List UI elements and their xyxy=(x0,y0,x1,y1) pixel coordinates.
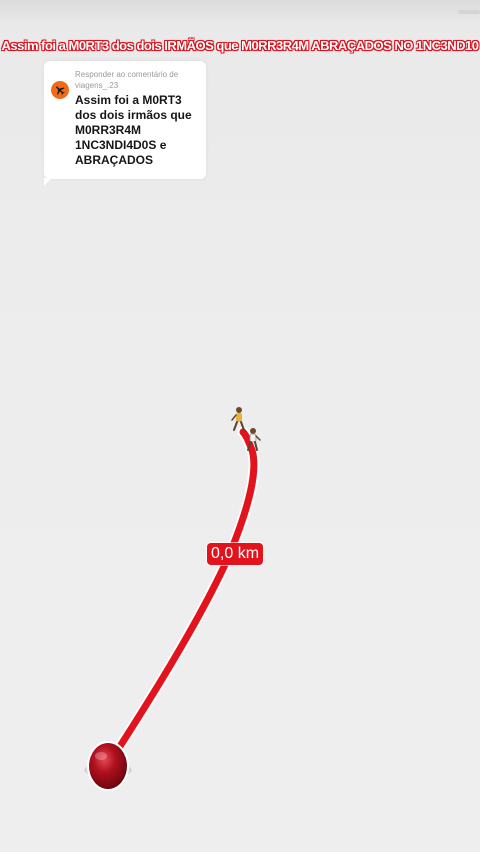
reply-comment-card[interactable]: Responder ao comentário de viagens_.23 A… xyxy=(44,61,206,186)
video-caption: Assim foi a M0RT3 dos dois IRMÃOS que M0… xyxy=(1,38,479,53)
commenter-avatar xyxy=(51,81,69,99)
distance-badge: 0,0 km xyxy=(207,543,264,565)
reply-comment-text: Assim foi a M0RT3 dos dois irmãos que M0… xyxy=(75,93,192,167)
route-path xyxy=(104,428,258,769)
airplane-icon xyxy=(56,86,65,95)
route-path-outline xyxy=(102,426,260,771)
reply-label: Responder ao comentário de viagens_.23 xyxy=(75,70,179,90)
map-screen: Assim foi a M0RT3 dos dois IRMÃOS que M0… xyxy=(0,0,480,852)
